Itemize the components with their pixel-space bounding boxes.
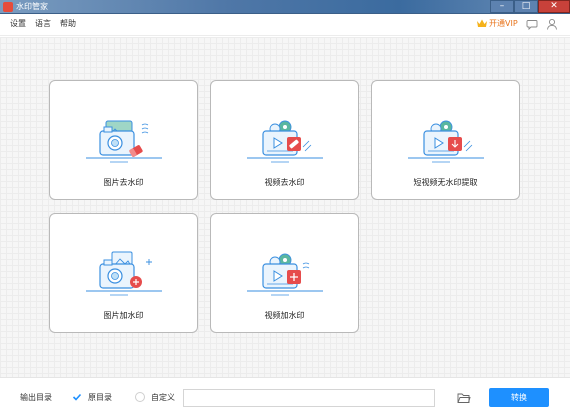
menu-bar: 设置 语言 帮助 开通VIP <box>0 14 570 36</box>
app-logo-icon <box>3 2 13 12</box>
radio-custom-label[interactable]: 自定义 <box>151 393 175 403</box>
main-area: 图片去水印 视频去水印 短视频无水印提取 图片加水印 视频加水印 <box>0 37 570 377</box>
card-label: 图片加水印 <box>103 311 144 320</box>
folder-icon[interactable] <box>457 391 471 404</box>
card-video-remove-watermark[interactable]: 视频去水印 <box>210 80 359 200</box>
menu-help[interactable]: 帮助 <box>60 19 76 29</box>
close-button[interactable]: ✕ <box>538 0 570 13</box>
card-short-video-extract[interactable]: 短视频无水印提取 <box>371 80 520 200</box>
radio-original-dir[interactable] <box>72 392 82 402</box>
output-dir-label: 输出目录 <box>20 393 52 402</box>
minimize-button[interactable]: – <box>490 0 514 13</box>
menu-language[interactable]: 语言 <box>35 19 51 29</box>
image-add-watermark-icon <box>86 251 162 296</box>
chat-icon[interactable] <box>526 18 538 30</box>
vip-button[interactable]: 开通VIP <box>477 17 518 31</box>
card-label: 短视频无水印提取 <box>413 178 478 187</box>
card-label: 视频加水印 <box>264 311 305 320</box>
short-video-extract-icon <box>408 120 484 163</box>
maximize-icon: □ <box>521 1 531 11</box>
radio-custom-dir[interactable] <box>135 392 145 402</box>
radio-original-label[interactable]: 原目录 <box>88 393 112 403</box>
card-image-add-watermark[interactable]: 图片加水印 <box>49 213 198 333</box>
image-remove-watermark-icon <box>86 120 162 163</box>
vip-label: 开通VIP <box>489 19 518 28</box>
crown-icon <box>477 19 487 27</box>
maximize-button[interactable]: □ <box>514 0 538 13</box>
convert-button[interactable]: 转换 <box>489 388 549 407</box>
card-video-add-watermark[interactable]: 视频加水印 <box>210 213 359 333</box>
title-bar: 水印管家 – □ ✕ <box>0 0 570 14</box>
window-title: 水印管家 <box>16 2 48 11</box>
card-label: 图片去水印 <box>103 178 144 187</box>
menu-settings[interactable]: 设置 <box>10 19 26 29</box>
card-image-remove-watermark[interactable]: 图片去水印 <box>49 80 198 200</box>
video-add-watermark-icon <box>247 253 323 296</box>
video-remove-watermark-icon <box>247 120 323 163</box>
user-icon[interactable] <box>546 18 558 30</box>
card-label: 视频去水印 <box>264 178 305 187</box>
close-icon: ✕ <box>550 1 558 11</box>
output-path-input[interactable] <box>183 389 435 407</box>
minimize-icon: – <box>499 1 505 11</box>
footer-bar: 输出目录 原目录 自定义 转换 <box>0 377 570 417</box>
